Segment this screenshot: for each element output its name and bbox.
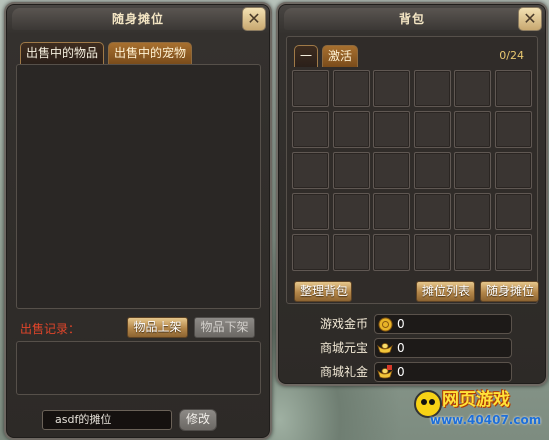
sale-record-label: 出售记录： — [20, 322, 81, 336]
modify-stall-name-button[interactable]: 修改 — [179, 409, 217, 431]
bag-slot[interactable] — [494, 70, 532, 107]
currency-value-box: 0 — [374, 362, 512, 382]
bag-slot[interactable] — [494, 111, 532, 148]
tab-bag-page-one[interactable]: 一 — [294, 45, 318, 67]
bag-slot[interactable] — [413, 193, 451, 230]
gift-ingot-icon — [377, 365, 393, 380]
bag-slot[interactable] — [373, 193, 410, 230]
bag-slot[interactable] — [413, 111, 451, 148]
stall-window: 随身摊位 ✕ 出售中的物品 出售中的宠物 出售记录： 物品上架 物品下架 asd… — [4, 2, 272, 440]
delist-item-button[interactable]: 物品下架 — [194, 317, 255, 338]
currency-value-box: 0 — [374, 314, 512, 334]
bag-slot[interactable] — [373, 152, 410, 189]
bag-slot[interactable] — [292, 70, 329, 107]
list-item-button[interactable]: 物品上架 — [127, 317, 188, 338]
bag-slot[interactable] — [454, 152, 491, 189]
portable-stall-button[interactable]: 随身摊位 — [480, 281, 539, 302]
tab-items-on-sale[interactable]: 出售中的物品 — [20, 42, 105, 64]
currency-label: 商城元宝 — [319, 341, 368, 355]
stall-name-input[interactable]: asdf的摊位 — [42, 410, 172, 430]
bag-slot[interactable] — [454, 70, 491, 107]
watermark-url: www.40407.com — [430, 413, 542, 427]
bag-slot[interactable] — [332, 193, 370, 230]
bag-window-title: 背包 — [284, 8, 540, 30]
ingot-icon — [377, 341, 393, 356]
bag-slot[interactable] — [292, 152, 329, 189]
bag-slot[interactable] — [494, 193, 532, 230]
site-watermark: 网页游戏 www.40407.com — [414, 386, 549, 440]
bag-slot[interactable] — [292, 111, 329, 148]
bag-slot[interactable] — [494, 152, 532, 189]
items-on-sale-list[interactable] — [16, 64, 261, 309]
bag-close-button[interactable]: ✕ — [518, 7, 542, 31]
currency-label: 游戏金币 — [319, 317, 368, 331]
tab-pets-on-sale[interactable]: 出售中的宠物 — [108, 42, 193, 64]
bag-slot[interactable] — [413, 70, 451, 107]
bag-slot[interactable] — [373, 111, 410, 148]
bag-slot[interactable] — [413, 152, 451, 189]
bag-slot[interactable] — [332, 70, 370, 107]
bag-slot[interactable] — [332, 152, 370, 189]
currency-label: 商城礼金 — [319, 365, 368, 379]
bag-slot[interactable] — [454, 234, 491, 271]
bag-slot[interactable] — [292, 234, 329, 271]
bag-slot[interactable] — [332, 234, 370, 271]
bag-slot[interactable] — [454, 111, 491, 148]
bag-slot[interactable] — [413, 234, 451, 271]
tab-activate[interactable]: 激活 — [322, 45, 359, 67]
stall-window-title: 随身摊位 — [12, 8, 264, 30]
stall-list-button[interactable]: 摊位列表 — [416, 281, 475, 302]
gold-coin-icon — [377, 317, 393, 332]
currency-value: 0 — [397, 341, 405, 355]
bag-slot[interactable] — [373, 70, 410, 107]
bag-capacity: 0/24 — [499, 49, 524, 62]
sale-record-list — [16, 341, 261, 395]
bag-slot[interactable] — [332, 111, 370, 148]
currency-value: 0 — [397, 365, 405, 379]
sort-bag-button[interactable]: 整理背包 — [294, 281, 352, 302]
watermark-name: 网页游戏 — [442, 390, 510, 410]
bag-slot[interactable] — [454, 193, 491, 230]
bag-window: 背包 ✕ 一 激活 0/24 整理背包 摊位列表 随身摊位 游戏金币 0 商城元… — [276, 2, 548, 386]
currency-value: 0 — [397, 317, 405, 331]
stall-close-button[interactable]: ✕ — [242, 7, 266, 31]
bag-slot[interactable] — [373, 234, 410, 271]
bag-slot[interactable] — [292, 193, 329, 230]
currency-value-box: 0 — [374, 338, 512, 358]
bag-slot[interactable] — [494, 234, 532, 271]
